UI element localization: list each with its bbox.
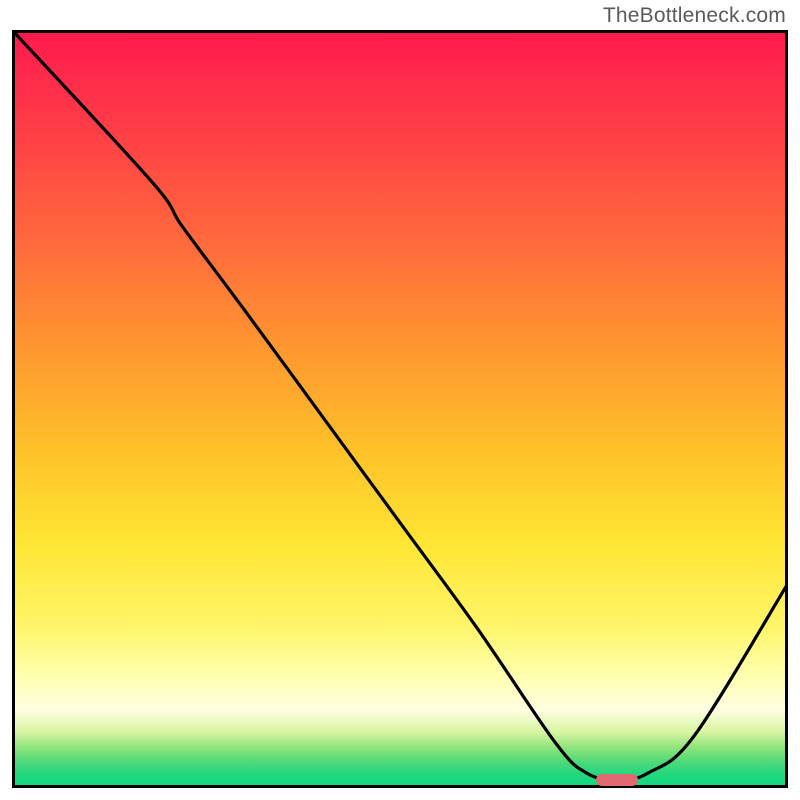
- plot-area: [12, 30, 788, 788]
- attribution-text: TheBottleneck.com: [603, 4, 786, 28]
- chart-wrap: TheBottleneck.com: [0, 0, 800, 800]
- gradient-background: [15, 33, 785, 785]
